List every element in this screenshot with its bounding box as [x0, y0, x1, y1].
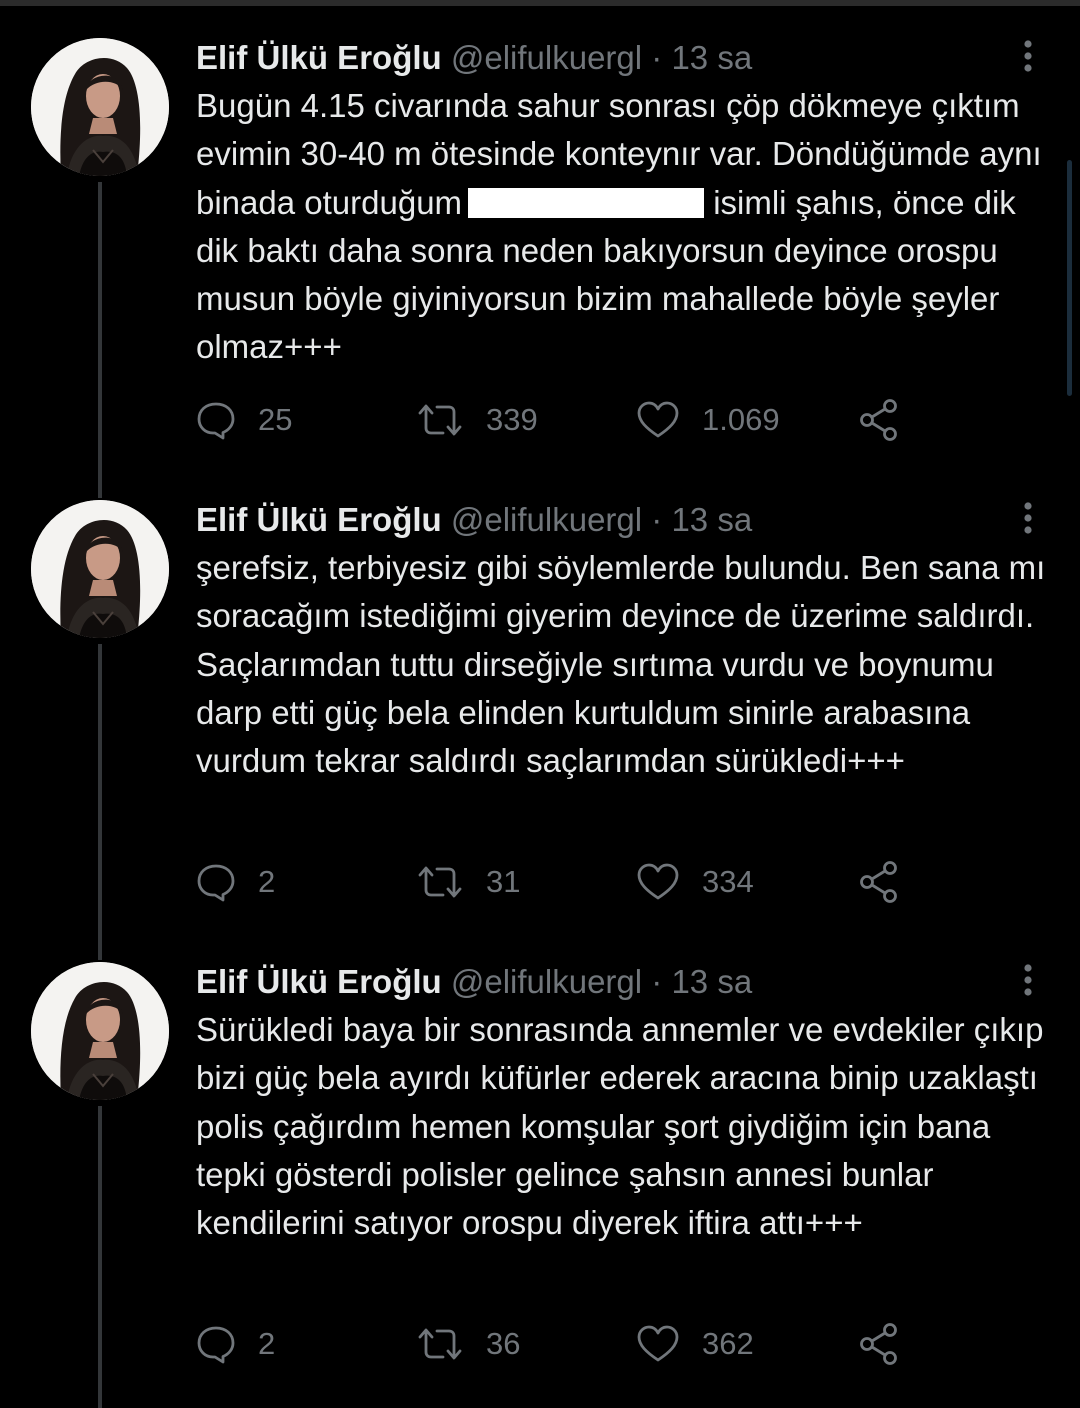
header-separator: ·	[651, 963, 663, 1000]
tweet-text: Bugün 4.15 civarında sahur sonrası çöp d…	[196, 82, 1066, 372]
reply-button[interactable]: 25	[196, 396, 292, 444]
retweet-button[interactable]: 31	[416, 858, 520, 906]
share-button[interactable]	[858, 858, 902, 906]
more-options-icon[interactable]	[1016, 38, 1040, 74]
scroll-indicator[interactable]	[1067, 160, 1072, 396]
header-separator: ·	[651, 39, 663, 76]
redaction-box	[468, 187, 705, 218]
share-nodes-icon	[860, 1323, 897, 1365]
like-count: 1.069	[702, 402, 780, 437]
tweet-header: Elif Ülkü Eroğlu @elifulkuergl · 13 sa	[196, 498, 752, 542]
thread-connector	[98, 1106, 102, 1408]
header-separator: ·	[651, 501, 663, 538]
retweet-arrows-icon	[418, 404, 462, 436]
like-button[interactable]: 1.069	[636, 396, 780, 444]
retweet-count: 339	[486, 402, 538, 437]
top-divider	[0, 0, 1080, 6]
retweet-arrows-icon	[418, 866, 462, 898]
more-options-icon[interactable]	[1016, 962, 1040, 998]
author-handle[interactable]: @elifulkuergl	[451, 963, 642, 1000]
author-name[interactable]: Elif Ülkü Eroğlu	[196, 39, 442, 76]
like-count: 334	[702, 864, 754, 899]
tweet-header: Elif Ülkü Eroğlu @elifulkuergl · 13 sa	[196, 960, 752, 1004]
avatar[interactable]	[31, 38, 169, 176]
share-button[interactable]	[858, 1320, 902, 1368]
like-button[interactable]: 362	[636, 1320, 754, 1368]
share-button[interactable]	[858, 396, 902, 444]
reply-count: 25	[258, 402, 293, 437]
tweet-text: Sürükledi baya bir sonrasında annemler v…	[196, 1011, 1044, 1242]
tweet-text: şerefsiz, terbiyesiz gibi söylemlerde bu…	[196, 549, 1046, 780]
avatar[interactable]	[31, 962, 169, 1100]
author-name[interactable]: Elif Ülkü Eroğlu	[196, 501, 442, 538]
share-nodes-icon	[860, 399, 897, 441]
author-handle[interactable]: @elifulkuergl	[451, 501, 642, 538]
heart-icon	[637, 863, 679, 900]
timestamp[interactable]: 13 sa	[671, 39, 752, 76]
share-nodes-icon	[860, 861, 897, 903]
thread-connector	[98, 182, 102, 498]
reply-button[interactable]: 2	[196, 1320, 275, 1368]
speech-bubble-icon	[197, 1326, 235, 1364]
retweet-count: 31	[486, 864, 521, 899]
tweet-header: Elif Ülkü Eroğlu @elifulkuergl · 13 sa	[196, 36, 752, 80]
reply-button[interactable]: 2	[196, 858, 275, 906]
speech-bubble-icon	[197, 864, 235, 902]
more-options-icon[interactable]	[1016, 500, 1040, 536]
heart-icon	[637, 1325, 679, 1362]
like-button[interactable]: 334	[636, 858, 754, 906]
retweet-button[interactable]: 36	[416, 1320, 520, 1368]
retweet-arrows-icon	[418, 1328, 462, 1360]
author-name[interactable]: Elif Ülkü Eroğlu	[196, 963, 442, 1000]
timestamp[interactable]: 13 sa	[671, 501, 752, 538]
author-handle[interactable]: @elifulkuergl	[451, 39, 642, 76]
like-count: 362	[702, 1326, 754, 1361]
reply-count: 2	[258, 864, 276, 899]
thread-connector	[98, 644, 102, 960]
avatar[interactable]	[31, 500, 169, 638]
timestamp[interactable]: 13 sa	[671, 963, 752, 1000]
retweet-count: 36	[486, 1326, 521, 1361]
speech-bubble-icon	[197, 402, 235, 440]
reply-count: 2	[258, 1326, 276, 1361]
heart-icon	[637, 401, 679, 438]
retweet-button[interactable]: 339	[416, 396, 538, 444]
